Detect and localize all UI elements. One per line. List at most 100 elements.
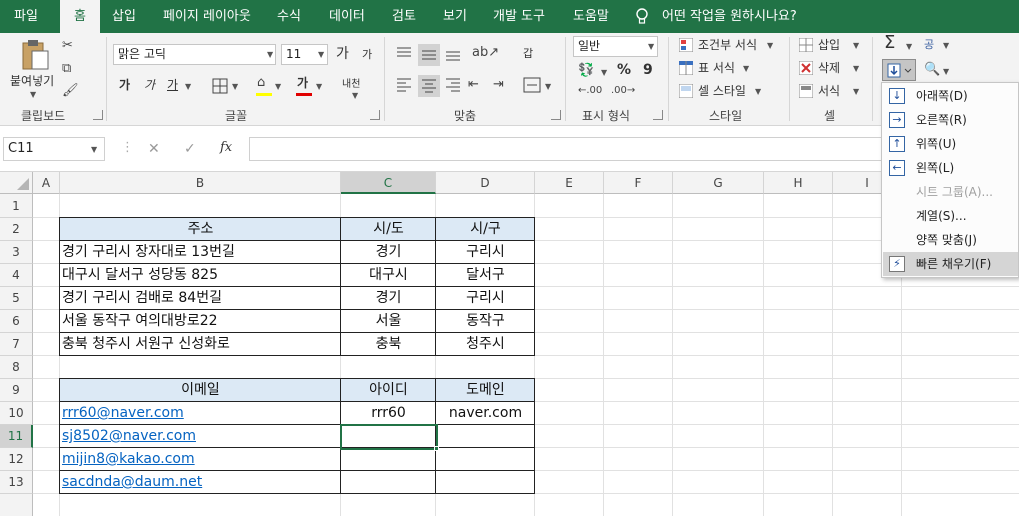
grow-font-button[interactable]: 가 [336,44,349,64]
clipboard-launcher-icon[interactable] [93,110,103,120]
tab-insert[interactable]: 삽입 [112,0,136,33]
row-header-1[interactable]: 1 [0,194,33,218]
format-table-button[interactable]: 표 서식 [698,58,735,78]
increase-indent-icon[interactable]: ⇥ [493,77,504,93]
autosum-chevron-icon[interactable]: ▼ [906,42,912,51]
row-header-3[interactable]: 3 [0,241,33,264]
align-top-icon[interactable] [395,46,413,62]
percent-button[interactable]: % [617,60,631,80]
underline-chevron-icon[interactable]: ▼ [185,82,191,91]
tell-me-search[interactable]: 어떤 작업을 원하시나요? [662,0,797,33]
italic-button[interactable]: 가 [144,75,155,95]
name-box[interactable]: C11 [3,137,105,161]
worksheet-grid[interactable]: A B C D E F G H I 1 2 3 4 5 6 7 8 9 10 1… [0,172,1019,516]
column-header-b[interactable]: B [60,172,341,194]
menu-item-series[interactable]: 계열(S)... [883,204,1018,228]
select-all-corner[interactable] [0,172,33,194]
row-header-11[interactable]: 11 [0,425,33,448]
insert-button[interactable]: 삽입 [818,35,840,55]
conditional-format-icon[interactable] [679,38,693,52]
alignment-launcher-icon[interactable] [551,110,561,120]
align-center-icon[interactable] [418,75,440,97]
menu-item-justify[interactable]: 양쪽 맞춤(J) [883,228,1018,252]
row-header-9[interactable]: 9 [0,379,33,402]
tab-page-layout[interactable]: 페이지 레이아웃 [163,0,251,33]
menu-item-fill-right[interactable]: → 오른쪽(R) [883,108,1018,132]
column-header-h[interactable]: H [764,172,833,194]
autosum-button[interactable]: Σ [884,33,895,53]
fill-color-icon[interactable]: ⌂ [257,75,265,91]
wrap-text-button[interactable]: 갑 [523,44,533,64]
align-middle-icon[interactable] [418,44,440,66]
tab-file[interactable]: 파일 [14,0,38,33]
align-bottom-icon[interactable] [444,46,462,62]
decrease-indent-icon[interactable]: ⇤ [468,77,479,93]
format-button[interactable]: 서식 [818,81,840,101]
find-select-chevron-icon[interactable]: ▼ [943,67,949,76]
insert-chevron-icon[interactable]: ▼ [853,41,859,50]
merge-chevron-icon[interactable]: ▼ [545,82,551,91]
column-header-g[interactable]: G [673,172,764,194]
row-header-2[interactable]: 2 [0,218,33,241]
sort-filter-button[interactable]: 공 [924,35,934,55]
row-header-5[interactable]: 5 [0,287,33,310]
tab-formulas[interactable]: 수식 [277,0,301,33]
paste-button[interactable]: 붙여넣기 [10,71,54,91]
number-format-select[interactable]: 일반 [573,36,658,57]
fill-color-chevron-icon[interactable]: ▼ [275,82,281,91]
tab-developer[interactable]: 개발 도구 [493,0,545,33]
find-select-icon[interactable]: 🔍 [924,62,940,78]
number-format-chevron-icon[interactable]: ▼ [648,42,654,51]
tab-home[interactable]: 홈 [60,0,100,33]
number-launcher-icon[interactable] [653,110,663,120]
font-launcher-icon[interactable] [370,110,380,120]
align-right-icon[interactable] [444,77,462,93]
accounting-chevron-icon[interactable]: ▼ [601,68,607,77]
format-table-chevron-icon[interactable]: ▼ [743,64,749,73]
orientation-icon[interactable]: ab↗ [472,45,499,61]
lightbulb-icon[interactable] [635,8,649,26]
cell-styles-chevron-icon[interactable]: ▼ [755,87,761,96]
cancel-entry-button[interactable]: ✕ [148,139,160,159]
underline-button[interactable]: 가 [167,75,178,95]
column-header-e[interactable]: E [535,172,604,194]
cell-styles-icon[interactable] [679,84,693,98]
row-header-4[interactable]: 4 [0,264,33,287]
delete-cells-icon[interactable] [799,61,813,75]
conditional-format-chevron-icon[interactable]: ▼ [767,41,773,50]
format-cells-icon[interactable] [799,84,813,98]
font-size-chevron-icon[interactable]: ▼ [318,50,324,59]
row-header-6[interactable]: 6 [0,310,33,333]
name-box-chevron-icon[interactable]: ▼ [91,145,97,154]
tab-view[interactable]: 보기 [443,0,467,33]
format-painter-icon[interactable]: 🖌 [62,83,79,99]
paste-dropdown-icon[interactable]: ▼ [30,90,36,99]
decrease-decimal-icon[interactable]: .00→ [611,83,635,99]
menu-item-fill-down[interactable]: ↓ 아래쪽(D) [883,84,1018,108]
align-left-icon[interactable] [395,77,413,93]
menu-item-flash-fill[interactable]: ⚡ 빠른 채우기(F) [883,252,1018,276]
merge-center-icon[interactable] [523,77,541,93]
column-header-d[interactable]: D [436,172,535,194]
delete-button[interactable]: 삭제 [818,58,840,78]
font-name-select[interactable]: 맑은 고딕 [113,44,276,65]
column-header-a[interactable]: A [33,172,60,194]
format-table-icon[interactable] [679,61,693,75]
row-header-12[interactable]: 12 [0,448,33,471]
fill-handle[interactable] [434,446,439,451]
comma-button[interactable]: 9 [643,60,653,80]
menu-item-fill-left[interactable]: ← 왼쪽(L) [883,156,1018,180]
sort-filter-chevron-icon[interactable]: ▼ [943,41,949,50]
tab-review[interactable]: 검토 [392,0,416,33]
font-color-chevron-icon[interactable]: ▼ [316,82,322,91]
delete-chevron-icon[interactable]: ▼ [853,64,859,73]
phonetic-chevron-icon[interactable]: ▼ [352,91,358,100]
bold-button[interactable]: 가 [119,75,130,95]
row-header-10[interactable]: 10 [0,402,33,425]
menu-item-fill-up[interactable]: ↑ 위쪽(U) [883,132,1018,156]
tab-help[interactable]: 도움말 [573,0,609,33]
insert-cells-icon[interactable] [799,38,813,52]
accounting-format-icon[interactable]: 💱 [578,63,594,79]
column-header-c[interactable]: C [341,172,436,194]
row-header-7[interactable]: 7 [0,333,33,356]
